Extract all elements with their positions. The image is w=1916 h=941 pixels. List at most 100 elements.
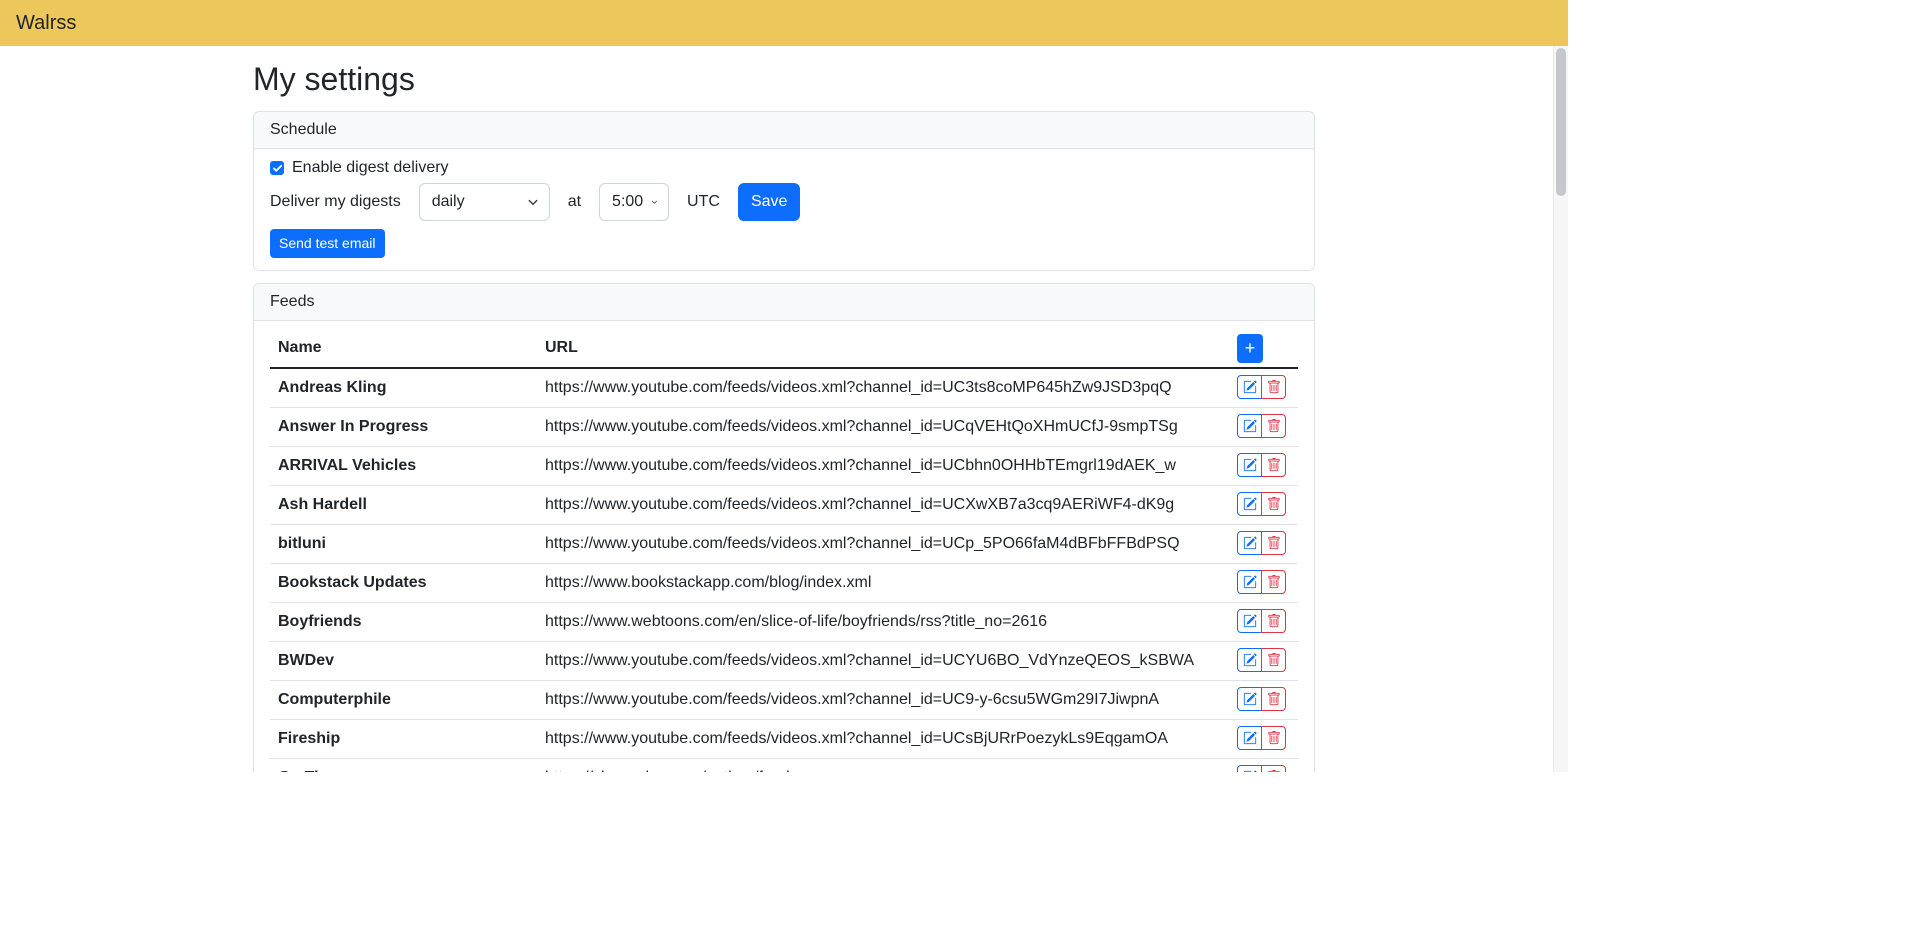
- pencil-square-icon: [1243, 614, 1257, 628]
- delete-feed-button[interactable]: [1261, 570, 1286, 594]
- feed-name: Ash Hardell: [270, 486, 537, 525]
- schedule-card: Schedule Enable digest delivery Deliver …: [253, 111, 1315, 271]
- feed-url: https://www.youtube.com/feeds/videos.xml…: [537, 486, 1229, 525]
- feed-row: Answer In Progress https://www.youtube.c…: [270, 408, 1298, 447]
- delete-feed-button[interactable]: [1261, 765, 1286, 773]
- feed-url: https://www.youtube.com/feeds/videos.xml…: [537, 525, 1229, 564]
- edit-feed-button[interactable]: [1237, 687, 1262, 711]
- edit-feed-button[interactable]: [1237, 609, 1262, 633]
- feed-name: BWDev: [270, 642, 537, 681]
- delete-feed-button[interactable]: [1261, 375, 1286, 399]
- time-select[interactable]: 5:00: [599, 183, 669, 221]
- time-value: 5:00: [612, 193, 643, 211]
- feed-url: https://www.youtube.com/feeds/videos.xml…: [537, 447, 1229, 486]
- pencil-square-icon: [1243, 419, 1257, 433]
- pencil-square-icon: [1243, 497, 1257, 511]
- feed-url: https://www.youtube.com/feeds/videos.xml…: [537, 368, 1229, 408]
- frequency-value: daily: [432, 193, 465, 211]
- delete-feed-button[interactable]: [1261, 726, 1286, 750]
- feed-actions: [1229, 642, 1298, 681]
- edit-feed-button[interactable]: [1237, 765, 1262, 773]
- edit-feed-button[interactable]: [1237, 453, 1262, 477]
- feed-row: Bookstack Updates https://www.bookstacka…: [270, 564, 1298, 603]
- page-title: My settings: [253, 60, 1315, 98]
- pencil-square-icon: [1243, 731, 1257, 745]
- delete-feed-button[interactable]: [1261, 492, 1286, 516]
- send-test-email-button[interactable]: Send test email: [270, 229, 385, 258]
- feed-name: Andreas Kling: [270, 368, 537, 408]
- feed-actions: [1229, 408, 1298, 447]
- pencil-square-icon: [1243, 692, 1257, 706]
- trash-icon: [1267, 731, 1281, 745]
- pencil-square-icon: [1243, 770, 1257, 773]
- trash-icon: [1267, 419, 1281, 433]
- delete-feed-button[interactable]: [1261, 531, 1286, 555]
- chevron-down-icon: [527, 196, 539, 208]
- browser-viewport: Walrss My settings Schedule Enable diges…: [0, 0, 1568, 772]
- edit-feed-button[interactable]: [1237, 531, 1262, 555]
- main-content: My settings Schedule Enable digest deliv…: [253, 60, 1315, 772]
- delete-feed-button[interactable]: [1261, 648, 1286, 672]
- feed-name: Boyfriends: [270, 603, 537, 642]
- feed-name: Fireship: [270, 720, 537, 759]
- save-button[interactable]: Save: [738, 183, 800, 221]
- feed-actions-group: [1237, 531, 1286, 555]
- edit-feed-button[interactable]: [1237, 726, 1262, 750]
- feed-row: BWDev https://www.youtube.com/feeds/vide…: [270, 642, 1298, 681]
- edit-feed-button[interactable]: [1237, 570, 1262, 594]
- edit-feed-button[interactable]: [1237, 492, 1262, 516]
- delete-feed-button[interactable]: [1261, 609, 1286, 633]
- enable-digest-checkbox[interactable]: [270, 161, 284, 175]
- feed-url: https://www.bookstackapp.com/blog/index.…: [537, 564, 1229, 603]
- feed-url: https://changelog.com/gotime/feed: [537, 759, 1229, 773]
- trash-icon: [1267, 614, 1281, 628]
- delete-feed-button[interactable]: [1261, 414, 1286, 438]
- feed-actions: [1229, 603, 1298, 642]
- feeds-table-header-row: Name URL +: [270, 329, 1298, 368]
- scrollbar-thumb[interactable]: [1556, 48, 1566, 196]
- edit-feed-button[interactable]: [1237, 414, 1262, 438]
- feed-actions: [1229, 525, 1298, 564]
- delete-feed-button[interactable]: [1261, 687, 1286, 711]
- trash-icon: [1267, 536, 1281, 550]
- feed-url: https://www.youtube.com/feeds/videos.xml…: [537, 408, 1229, 447]
- column-header-actions: +: [1229, 329, 1298, 368]
- navbar-brand[interactable]: Walrss: [16, 12, 76, 35]
- trash-icon: [1267, 653, 1281, 667]
- feeds-table: Name URL + Andreas Kling https://www.you…: [270, 329, 1298, 772]
- feeds-card: Feeds Name URL + Andreas Kling h: [253, 283, 1315, 772]
- pencil-square-icon: [1243, 458, 1257, 472]
- feed-actions: [1229, 720, 1298, 759]
- column-header-url: URL: [537, 329, 1229, 368]
- edit-feed-button[interactable]: [1237, 648, 1262, 672]
- feed-actions: [1229, 368, 1298, 408]
- deliver-label: Deliver my digests: [270, 193, 401, 211]
- at-label: at: [568, 193, 581, 211]
- edit-feed-button[interactable]: [1237, 375, 1262, 399]
- schedule-card-header: Schedule: [254, 112, 1314, 149]
- feed-actions: [1229, 759, 1298, 773]
- navbar: Walrss: [0, 0, 1568, 46]
- feed-row: Boyfriends https://www.webtoons.com/en/s…: [270, 603, 1298, 642]
- feed-name: bitluni: [270, 525, 537, 564]
- trash-icon: [1267, 380, 1281, 394]
- feed-row: Computerphile https://www.youtube.com/fe…: [270, 681, 1298, 720]
- feed-name: Bookstack Updates: [270, 564, 537, 603]
- feed-row: Go Time https://changelog.com/gotime/fee…: [270, 759, 1298, 773]
- feeds-card-header: Feeds: [254, 284, 1314, 321]
- feed-name: Answer In Progress: [270, 408, 537, 447]
- feed-url: https://www.youtube.com/feeds/videos.xml…: [537, 681, 1229, 720]
- feed-url: https://www.youtube.com/feeds/videos.xml…: [537, 642, 1229, 681]
- feed-actions-group: [1237, 765, 1286, 773]
- pencil-square-icon: [1243, 536, 1257, 550]
- scrollbar[interactable]: [1553, 46, 1568, 772]
- add-feed-button[interactable]: +: [1237, 334, 1263, 363]
- schedule-card-body: Enable digest delivery Deliver my digest…: [254, 149, 1314, 270]
- feed-row: Andreas Kling https://www.youtube.com/fe…: [270, 368, 1298, 408]
- feed-actions: [1229, 447, 1298, 486]
- feed-actions-group: [1237, 570, 1286, 594]
- delete-feed-button[interactable]: [1261, 453, 1286, 477]
- enable-digest-row: Enable digest delivery: [270, 157, 1298, 179]
- pencil-square-icon: [1243, 380, 1257, 394]
- frequency-select[interactable]: daily: [419, 183, 550, 221]
